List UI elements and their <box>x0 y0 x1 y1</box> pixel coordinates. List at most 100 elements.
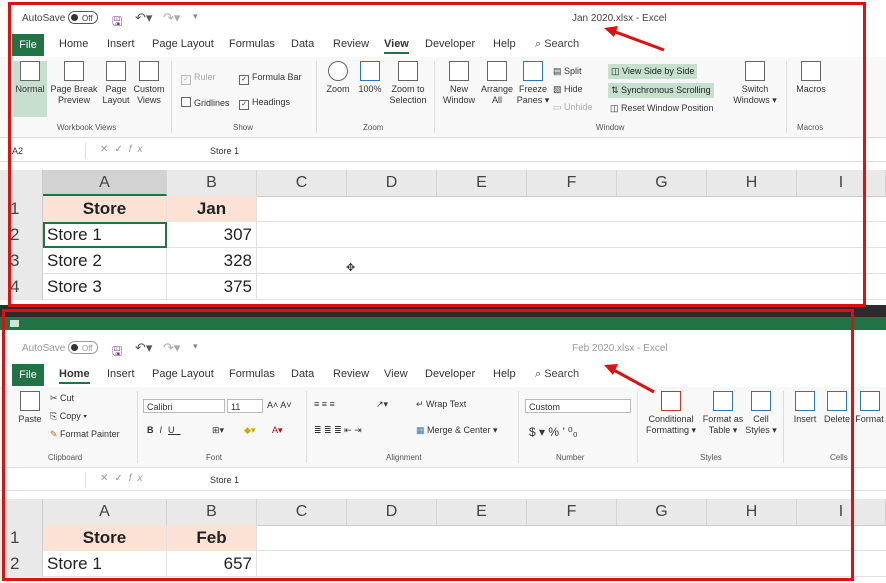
page-break-preview-button[interactable]: Page Break Preview <box>50 61 98 106</box>
tab-developer[interactable]: Developer <box>425 38 475 50</box>
fill-color-icon[interactable]: ◆▾ <box>244 425 255 436</box>
tab-help[interactable]: Help <box>493 38 516 50</box>
redo-icon[interactable]: ↷▾ <box>163 10 180 26</box>
zoom-100-button[interactable]: 100% <box>356 61 384 95</box>
delete-cells-button[interactable]: Delete <box>821 391 853 425</box>
column-header-c[interactable]: C <box>257 499 347 525</box>
borders-icon[interactable]: ⊞▾ <box>212 425 224 436</box>
row-header[interactable]: 1 <box>0 196 43 222</box>
cell-a4[interactable]: Store 3 <box>43 274 167 300</box>
tab-file[interactable]: File <box>12 364 44 386</box>
name-box[interactable]: A2 <box>8 143 86 159</box>
macros-button[interactable]: Macros <box>792 61 830 95</box>
cut-button[interactable]: ✂ Cut <box>50 393 74 404</box>
cell-a3[interactable]: Store 2 <box>43 248 167 274</box>
tab-view[interactable]: View <box>384 368 408 380</box>
format-painter-button[interactable]: ✎ Format Painter <box>50 429 120 440</box>
vertical-align-icons[interactable]: ≡ ≡ ≡ <box>314 399 335 409</box>
font-name-select[interactable]: Calibri <box>143 399 225 413</box>
column-header-g[interactable]: G <box>617 170 707 196</box>
column-header-b[interactable]: B <box>167 170 257 196</box>
formula-bar-checkbox[interactable]: ✓ Formula Bar <box>239 72 302 85</box>
tab-file[interactable]: File <box>12 34 44 56</box>
row-header[interactable]: 2 <box>0 222 43 248</box>
redo-icon[interactable]: ↷▾ <box>163 340 180 356</box>
column-header-b[interactable]: B <box>167 499 257 525</box>
paste-button[interactable]: Paste <box>16 391 44 425</box>
save-icon[interactable]: 🖫 <box>112 12 122 33</box>
column-header-g[interactable]: G <box>617 499 707 525</box>
name-box[interactable] <box>8 472 86 488</box>
column-header-d[interactable]: D <box>347 499 437 525</box>
synchronous-scrolling-button[interactable]: ⇅ Synchronous Scrolling <box>608 83 714 98</box>
cell-styles-button[interactable]: Cell Styles ▾ <box>745 391 777 436</box>
search-box[interactable]: ⌕ Search <box>535 368 579 381</box>
row-header[interactable]: 3 <box>0 248 43 274</box>
column-header-i[interactable]: I <box>797 499 886 525</box>
arrange-all-button[interactable]: Arrange All <box>479 61 515 106</box>
select-all-corner[interactable] <box>0 499 43 525</box>
font-style-buttons[interactable]: BIU <box>147 425 181 435</box>
tab-formulas[interactable]: Formulas <box>229 38 275 50</box>
column-header-f[interactable]: F <box>527 170 617 196</box>
cell-a2[interactable]: Store 1 <box>43 222 167 248</box>
font-size-select[interactable]: 11 <box>227 399 263 413</box>
cell-b2[interactable]: 657 <box>167 551 257 577</box>
tab-page-layout[interactable]: Page Layout <box>152 38 214 50</box>
unhide-button[interactable]: ▭ Unhide <box>553 102 593 113</box>
save-icon[interactable]: 🖫 <box>112 342 122 363</box>
enter-icon[interactable]: ✓ <box>114 144 128 155</box>
split-button[interactable]: ▤ Split <box>553 66 582 77</box>
cell-a1[interactable]: Store <box>43 525 167 551</box>
row-header[interactable]: 1 <box>0 525 43 551</box>
tab-formulas[interactable]: Formulas <box>229 368 275 380</box>
font-color-icon[interactable]: A▾ <box>272 425 283 436</box>
cell-a1[interactable]: Store <box>43 196 167 222</box>
column-header-f[interactable]: F <box>527 499 617 525</box>
tab-page-layout[interactable]: Page Layout <box>152 368 214 380</box>
reset-window-position-button[interactable]: ◫ Reset Window Position <box>610 103 714 114</box>
tab-review[interactable]: Review <box>333 38 369 50</box>
cell-b1[interactable]: Feb <box>167 525 257 551</box>
tab-insert[interactable]: Insert <box>107 368 135 380</box>
merge-center-button[interactable]: ▦ Merge & Center ▾ <box>416 425 498 436</box>
tab-data[interactable]: Data <box>291 38 314 50</box>
switch-windows-button[interactable]: Switch Windows ▾ <box>732 61 778 106</box>
enter-icon[interactable]: ✓ <box>114 473 128 484</box>
hide-button[interactable]: ▧ Hide <box>553 84 583 95</box>
format-as-table-button[interactable]: Format as Table ▾ <box>700 391 746 436</box>
customize-qat-icon[interactable]: ▾ <box>193 341 198 352</box>
number-format-select[interactable]: Custom <box>525 399 631 413</box>
cell-b1[interactable]: Jan <box>167 196 257 222</box>
conditional-formatting-button[interactable]: Conditional Formatting ▾ <box>643 391 699 436</box>
format-cells-button[interactable]: Format <box>853 391 886 425</box>
zoom-to-selection-button[interactable]: Zoom to Selection <box>386 61 430 106</box>
column-header-d[interactable]: D <box>347 170 437 196</box>
row-header[interactable]: 4 <box>0 274 43 300</box>
column-header-e[interactable]: E <box>437 499 527 525</box>
page-layout-button[interactable]: Page Layout <box>100 61 132 106</box>
normal-view-button[interactable]: Normal <box>13 61 47 117</box>
cell-b3[interactable]: 328 <box>167 248 257 274</box>
copy-button[interactable]: ⎘ Copy ▾ <box>50 411 87 422</box>
row-header[interactable]: 2 <box>0 551 43 577</box>
cell-b2[interactable]: 307 <box>167 222 257 248</box>
select-all-corner[interactable] <box>0 170 43 196</box>
formula-input[interactable]: Store 1 <box>210 472 239 488</box>
orientation-icon[interactable]: ↗▾ <box>376 399 388 410</box>
horizontal-align-icons[interactable]: ≣ ≣ ≣ ⇤ ⇥ <box>314 425 362 436</box>
autosave-toggle[interactable]: Off <box>68 11 98 24</box>
ruler-checkbox[interactable]: ✓ Ruler <box>181 72 216 85</box>
undo-icon[interactable]: ↶▾ <box>135 340 152 356</box>
autosave-toggle[interactable]: Off <box>68 341 98 354</box>
wrap-text-button[interactable]: ↵ Wrap Text <box>416 399 466 410</box>
column-header-h[interactable]: H <box>707 499 797 525</box>
tab-insert[interactable]: Insert <box>107 38 135 50</box>
tab-home[interactable]: Home <box>59 38 88 50</box>
cancel-icon[interactable]: ✕ <box>100 473 114 484</box>
tab-help[interactable]: Help <box>493 368 516 380</box>
tab-view[interactable]: View <box>384 38 409 54</box>
search-box[interactable]: ⌕ Search <box>535 38 579 51</box>
tab-developer[interactable]: Developer <box>425 368 475 380</box>
number-format-icons[interactable]: $ ▾ % ’ ⁰₀ <box>529 425 578 439</box>
